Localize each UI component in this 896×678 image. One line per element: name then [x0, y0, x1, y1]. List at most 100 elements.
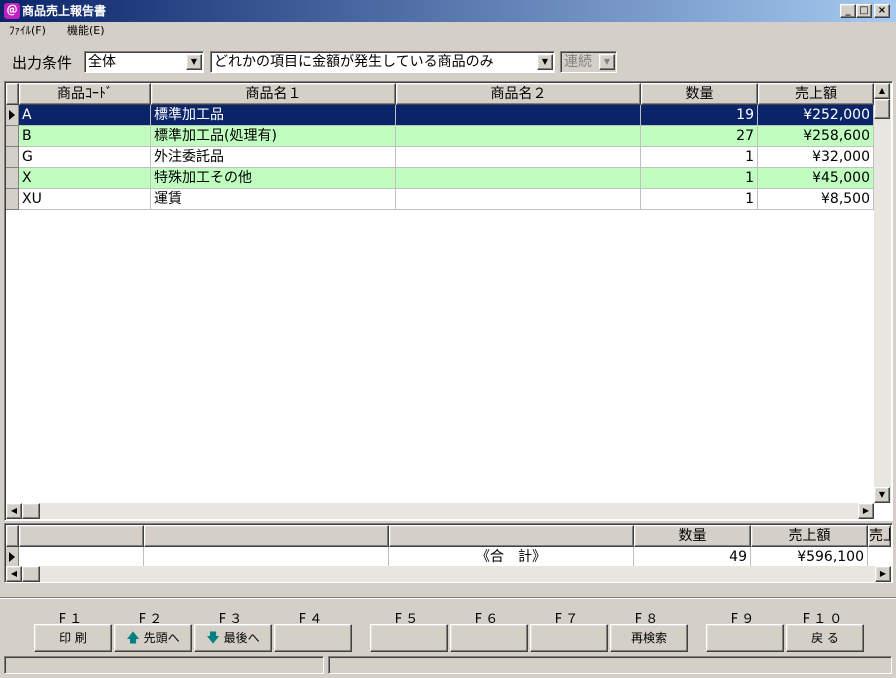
header-code[interactable]: 商品ｺｰﾄﾞ — [19, 83, 151, 105]
close-button[interactable]: × — [874, 4, 890, 18]
title-bar: ＠ 商品売上報告書 _ □ × — [0, 0, 896, 22]
cell-code[interactable]: B — [19, 126, 151, 147]
arrow-down-icon: 🡇 — [206, 631, 220, 646]
scroll-right-icon[interactable]: ▶ — [875, 566, 891, 582]
cell-name2[interactable] — [396, 126, 641, 147]
scroll-thumb[interactable] — [22, 503, 40, 519]
row-indicator — [6, 147, 19, 168]
cell-amount[interactable]: ¥252,000 — [758, 105, 874, 126]
cell-name1[interactable]: 運賃 — [151, 189, 396, 210]
cell-qty[interactable]: 1 — [641, 168, 758, 189]
minimize-button[interactable]: _ — [840, 4, 856, 18]
header-corner — [6, 83, 19, 105]
scroll-thumb[interactable] — [874, 99, 890, 119]
row-indicator — [6, 189, 19, 210]
scroll-right-icon[interactable]: ▶ — [858, 503, 874, 519]
horizontal-scrollbar[interactable]: ◀ ▶ — [6, 566, 891, 582]
header-name1[interactable]: 商品名１ — [151, 83, 396, 105]
cell-name1[interactable]: 標準加工品 — [151, 105, 396, 126]
table-row[interactable]: G 外注委託品 1 ¥32,000 — [6, 147, 874, 168]
total-cell-1 — [19, 547, 144, 568]
cell-code[interactable]: A — [19, 105, 151, 126]
arrow-up-icon: 🡅 — [126, 631, 140, 646]
chevron-down-icon[interactable]: ▼ — [537, 54, 553, 70]
total-label: 《合 計》 — [389, 547, 634, 568]
maximize-button[interactable]: □ — [856, 4, 872, 18]
cell-qty[interactable]: 1 — [641, 189, 758, 210]
horizontal-scrollbar[interactable]: ◀ ▶ — [6, 503, 874, 519]
scroll-down-icon[interactable]: ▼ — [874, 487, 890, 503]
row-indicator-icon — [6, 547, 19, 568]
cell-code[interactable]: XU — [19, 189, 151, 210]
cell-name2[interactable] — [396, 189, 641, 210]
condition-label: 出力条件 — [12, 54, 73, 72]
print-button[interactable]: 印 刷 — [34, 624, 112, 652]
cell-amount[interactable]: ¥45,000 — [758, 168, 874, 189]
chevron-down-icon: ▼ — [599, 54, 615, 70]
row-indicator — [6, 168, 19, 189]
total-cell-2 — [144, 547, 389, 568]
f6-button[interactable] — [450, 624, 528, 652]
separator — [0, 597, 896, 599]
cell-qty[interactable]: 27 — [641, 126, 758, 147]
mode-select: 連続 ▼ — [560, 51, 617, 73]
f5-button[interactable] — [370, 624, 448, 652]
cell-amount[interactable]: ¥258,600 — [758, 126, 874, 147]
table-row[interactable]: A 標準加工品 19 ¥252,000 — [6, 105, 874, 126]
cell-qty[interactable]: 19 — [641, 105, 758, 126]
app-icon: ＠ — [4, 3, 20, 19]
header-name2[interactable]: 商品名２ — [396, 83, 641, 105]
cell-name1[interactable]: 標準加工品(処理有) — [151, 126, 396, 147]
header-corner — [6, 525, 19, 547]
scroll-thumb[interactable] — [22, 566, 40, 582]
research-button[interactable]: 再検索 — [610, 624, 688, 652]
vertical-scrollbar[interactable]: ▲ ▼ — [874, 83, 891, 503]
cell-amount[interactable]: ¥8,500 — [758, 189, 874, 210]
cell-code[interactable]: X — [19, 168, 151, 189]
total-header-amount: 売上額 — [751, 525, 868, 547]
cell-name1[interactable]: 特殊加工その他 — [151, 168, 396, 189]
cell-name2[interactable] — [396, 168, 641, 189]
chevron-down-icon[interactable]: ▼ — [186, 54, 202, 70]
scope-select[interactable]: 全体 ▼ — [84, 51, 204, 73]
total-header-extra: 売上 — [868, 525, 891, 547]
last-button[interactable]: 🡇 最後へ — [194, 624, 272, 652]
cell-name2[interactable] — [396, 147, 641, 168]
scroll-left-icon[interactable]: ◀ — [6, 566, 22, 582]
menu-bar: ﾌｧｲﾙ(F) 機能(E) — [0, 22, 896, 40]
filter-value: どれかの項目に金額が発生している商品のみ — [214, 54, 494, 70]
header-qty[interactable]: 数量 — [641, 83, 758, 105]
menu-function[interactable]: 機能(E) — [67, 23, 105, 39]
first-button[interactable]: 🡅 先頭へ — [114, 624, 192, 652]
table-row[interactable]: X 特殊加工その他 1 ¥45,000 — [6, 168, 874, 189]
status-panel-right — [328, 656, 892, 674]
cell-name1[interactable]: 外注委託品 — [151, 147, 396, 168]
total-row: 《合 計》 49 ¥596,100 — [6, 547, 891, 568]
f7-button[interactable] — [530, 624, 608, 652]
f9-button[interactable] — [706, 624, 784, 652]
total-header-2 — [144, 525, 389, 547]
row-indicator — [6, 126, 19, 147]
cell-qty[interactable]: 1 — [641, 147, 758, 168]
total-amount: ¥596,100 — [751, 547, 868, 568]
back-button[interactable]: 戻 る — [786, 624, 864, 652]
cell-code[interactable]: G — [19, 147, 151, 168]
first-label: 先頭へ — [143, 631, 180, 645]
cell-name2[interactable] — [396, 105, 641, 126]
row-indicator-icon — [6, 105, 19, 126]
f4-button[interactable] — [274, 624, 352, 652]
header-amount[interactable]: 売上額 — [758, 83, 874, 105]
table-row[interactable]: B 標準加工品(処理有) 27 ¥258,600 — [6, 126, 874, 147]
scroll-up-icon[interactable]: ▲ — [874, 83, 890, 99]
total-header-qty: 数量 — [634, 525, 751, 547]
total-qty: 49 — [634, 547, 751, 568]
last-label: 最後へ — [223, 631, 260, 645]
scroll-left-icon[interactable]: ◀ — [6, 503, 22, 519]
menu-file[interactable]: ﾌｧｲﾙ(F) — [9, 23, 46, 39]
filter-select[interactable]: どれかの項目に金額が発生している商品のみ ▼ — [210, 51, 555, 73]
scope-value: 全体 — [88, 54, 116, 70]
data-grid[interactable]: 商品ｺｰﾄﾞ 商品名１ 商品名２ 数量 売上額 A 標準加工品 19 ¥252,… — [4, 81, 893, 521]
totals-grid: 数量 売上額 売上 《合 計》 49 ¥596,100 ◀ ▶ — [4, 523, 893, 583]
table-row[interactable]: XU 運賃 1 ¥8,500 — [6, 189, 874, 210]
cell-amount[interactable]: ¥32,000 — [758, 147, 874, 168]
